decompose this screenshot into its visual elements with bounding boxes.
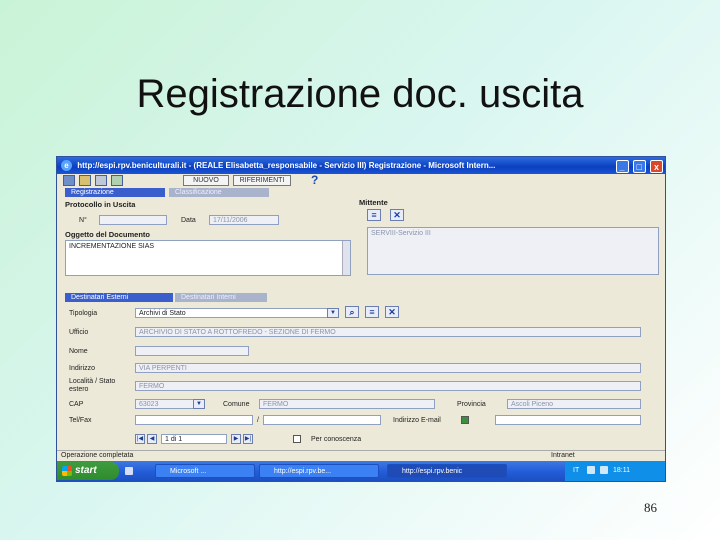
nuovo-button[interactable]: NUOVO: [183, 175, 229, 186]
taskbar-item-1[interactable]: Microsoft ...: [155, 464, 255, 478]
email-field[interactable]: [495, 415, 641, 425]
windows-taskbar: start Microsoft ... http://espi.rpv.be..…: [57, 461, 665, 481]
data-label: Data: [181, 217, 196, 224]
comune-label: Comune: [223, 401, 250, 408]
cap-label: CAP: [69, 401, 84, 408]
delete-icon[interactable]: ✕: [390, 209, 404, 221]
tab-destinatari-interni[interactable]: Destinatari Interni: [175, 293, 267, 302]
ufficio-field[interactable]: ARCHIVIO DI STATO A ROTTOFREDO - SEZIONE…: [135, 327, 641, 337]
protocol-number-field[interactable]: [99, 215, 167, 225]
close-window-button[interactable]: x: [650, 160, 663, 173]
oggetto-value: INCREMENTAZIONE SIAS: [69, 243, 155, 250]
conoscenza-checkbox[interactable]: [293, 435, 301, 443]
taskbar-item-2[interactable]: http://espi.rpv.be...: [259, 464, 379, 478]
ufficio-label: Ufficio: [69, 329, 89, 336]
email-label: Indirizzo E-mail: [393, 417, 441, 424]
list-icon-dest[interactable]: ≡: [365, 306, 379, 318]
oggetto-heading: Oggetto del Documento: [65, 230, 150, 239]
telfax-label: Tel/Fax: [69, 417, 92, 424]
nome-label: Nome: [69, 348, 88, 355]
page-number: 86: [644, 500, 657, 515]
tab-destinatari-esterni[interactable]: Destinatari Esterni: [65, 293, 173, 302]
comune-field[interactable]: FERMO: [259, 399, 435, 409]
riferimenti-button[interactable]: RIFERIMENTI: [233, 175, 291, 186]
oggetto-textarea[interactable]: INCREMENTAZIONE SIAS: [65, 240, 351, 276]
list-icon[interactable]: ≡: [367, 209, 381, 221]
date-field[interactable]: 17/11/2006: [209, 215, 279, 225]
window-title: http://espi.rpv.beniculturali.it - (REAL…: [77, 161, 496, 170]
chevron-down-icon[interactable]: ▼: [327, 308, 339, 318]
attach-icon[interactable]: [111, 175, 123, 186]
tab-registrazione[interactable]: Registrazione: [65, 188, 165, 197]
localita-label: Località / Stato estero: [69, 378, 116, 393]
mittente-value: SERVIII-Servizio III: [371, 230, 431, 237]
email-icon[interactable]: [461, 416, 469, 424]
nome-field[interactable]: [135, 346, 249, 356]
windows-logo-icon: [62, 466, 72, 476]
window-controls: _ □ x: [614, 159, 663, 174]
help-icon[interactable]: ?: [311, 173, 318, 187]
tipologia-select[interactable]: Archivi di Stato: [135, 308, 339, 318]
tipologia-label: Tipologia: [69, 310, 98, 317]
slide-title: Registrazione doc. uscita: [136, 72, 584, 116]
app-toolbar: NUOVO RIFERIMENTI ?: [57, 173, 665, 188]
window-titlebar: e http://espi.rpv.beniculturali.it - (RE…: [57, 157, 665, 174]
record-counter: 1 di 1: [161, 434, 227, 444]
delete-icon-dest[interactable]: ✕: [385, 306, 399, 318]
status-bar: Operazione completata Intranet: [57, 450, 665, 460]
tel-field[interactable]: [135, 415, 253, 425]
print-icon[interactable]: [95, 175, 107, 186]
tray-icon[interactable]: [587, 466, 596, 475]
start-label: start: [75, 465, 97, 476]
prev-record-icon[interactable]: ◀: [147, 434, 157, 444]
indirizzo-label: Indirizzo: [69, 365, 96, 372]
n-label: N°: [79, 217, 87, 224]
mittente-heading: Mittente: [359, 198, 388, 207]
save-icon[interactable]: [63, 175, 75, 186]
minimize-button[interactable]: _: [615, 160, 629, 173]
provincia-label: Provincia: [457, 401, 486, 408]
taskbar-item-3[interactable]: http://espi.rpv.benic: [387, 464, 507, 478]
tab-classificazione[interactable]: Classificazione: [169, 188, 269, 197]
protocollo-heading: Protocollo in Uscita: [65, 200, 136, 209]
system-tray: IT 18:11: [565, 461, 665, 481]
mittente-box[interactable]: SERVIII-Servizio III: [367, 227, 659, 275]
indirizzo-field[interactable]: VIA PERPENTI: [135, 363, 641, 373]
clock: 18:11: [612, 467, 630, 474]
start-button[interactable]: start: [57, 462, 119, 480]
cap-chevron-down-icon[interactable]: ▼: [193, 399, 205, 409]
provincia-field[interactable]: Ascoli Piceno: [507, 399, 641, 409]
conoscenza-label: Per conoscenza: [311, 436, 362, 443]
oggetto-scrollbar[interactable]: [342, 241, 350, 275]
maximize-button[interactable]: □: [632, 160, 646, 173]
quicklaunch-icon[interactable]: [125, 467, 133, 475]
folder-icon[interactable]: [79, 175, 91, 186]
fax-field[interactable]: [263, 415, 381, 425]
ie-icon: e: [61, 160, 72, 172]
next-record-icon[interactable]: ▶: [231, 434, 241, 444]
localita-field[interactable]: FERMO: [135, 381, 641, 391]
tray-icon[interactable]: [600, 466, 609, 475]
telfax-separator: /: [257, 417, 259, 424]
search-icon[interactable]: ⌕: [345, 306, 359, 318]
language-indicator[interactable]: IT: [573, 467, 579, 474]
status-text: Operazione completata: [61, 452, 134, 459]
last-record-icon[interactable]: ▶|: [243, 434, 253, 444]
app-window-screenshot: e http://espi.rpv.beniculturali.it - (RE…: [56, 156, 666, 482]
first-record-icon[interactable]: |◀: [135, 434, 145, 444]
intranet-zone: Intranet: [551, 452, 575, 459]
